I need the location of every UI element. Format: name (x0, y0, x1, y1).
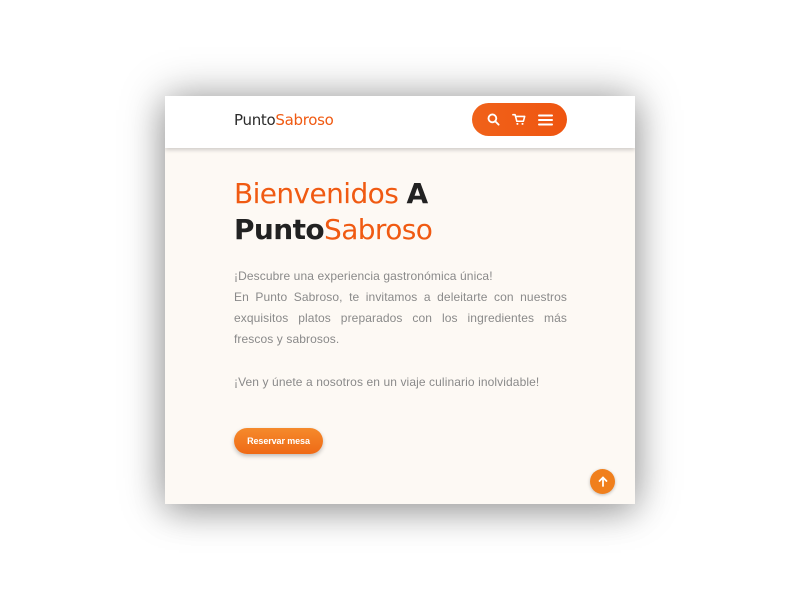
header-actions (472, 103, 567, 136)
scroll-to-top-button[interactable] (590, 469, 615, 494)
hero-invite-text: ¡Ven y únete a nosotros en un viaje culi… (234, 375, 540, 389)
search-icon (487, 113, 500, 126)
arrow-up-icon (598, 476, 607, 487)
search-button[interactable] (482, 109, 504, 131)
logo-part-punto: Punto (234, 111, 276, 129)
reserve-table-button[interactable]: Reservar mesa (234, 428, 323, 454)
hero-section: Bienvenidos A PuntoSabroso ¡Descubre una… (234, 176, 567, 393)
hero-description: ¡Descubre una experiencia gastronómica ú… (234, 266, 567, 393)
hero-title: Bienvenidos A PuntoSabroso (234, 176, 567, 248)
hero-title-bienvenidos: Bienvenidos (234, 177, 399, 210)
site-header: PuntoSabroso (165, 96, 635, 148)
hero-tagline: ¡Descubre una experiencia gastronómica ú… (234, 269, 493, 283)
page-window: PuntoSabroso Bienvenidos A PuntoSabroso … (165, 96, 635, 504)
menu-icon (538, 114, 554, 125)
hero-title-sabroso: Sabroso (324, 213, 433, 246)
hero-intro-text: En Punto Sabroso, te invitamos a deleita… (234, 290, 567, 346)
hero-title-a: A (406, 177, 429, 210)
menu-button[interactable] (535, 109, 557, 131)
site-logo[interactable]: PuntoSabroso (234, 110, 334, 130)
cart-icon (512, 113, 526, 125)
cart-button[interactable] (508, 109, 530, 131)
logo-part-sabroso: Sabroso (275, 111, 334, 129)
hero-title-punto: Punto (234, 213, 325, 246)
